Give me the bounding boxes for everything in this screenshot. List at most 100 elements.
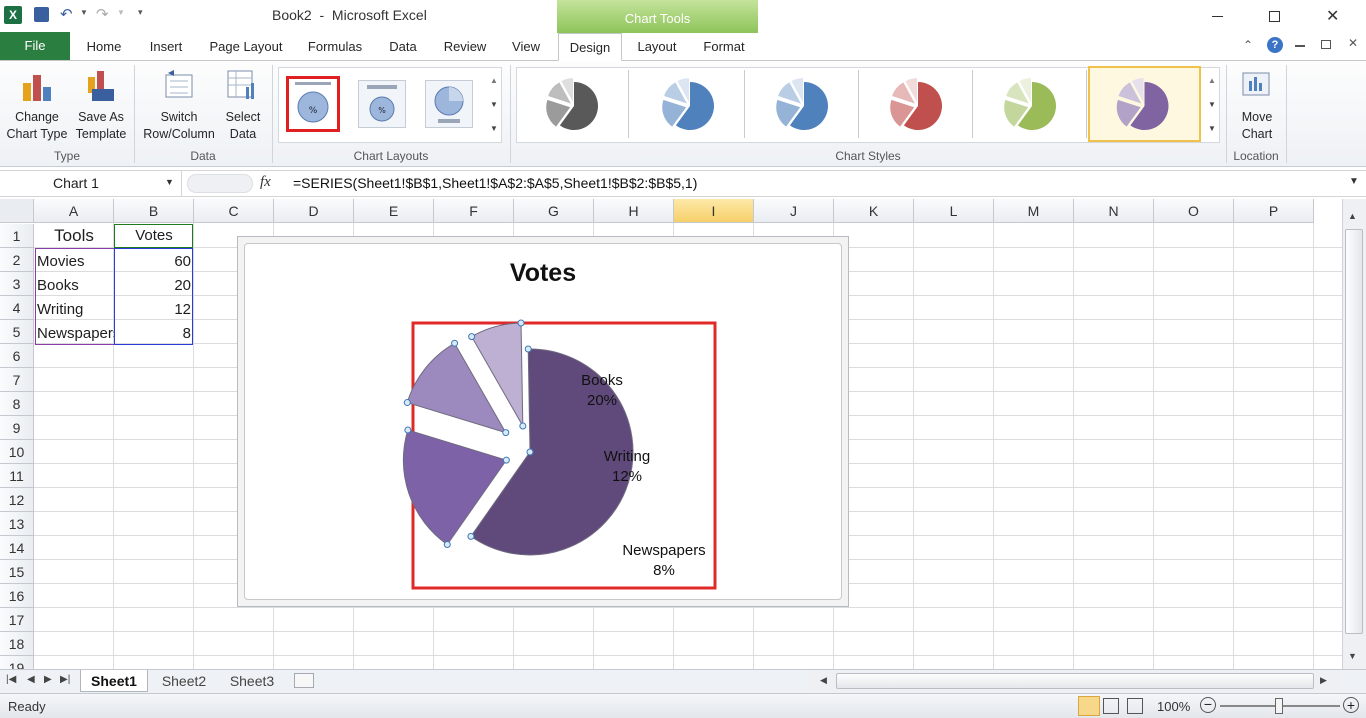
worksheet-grid[interactable]: ABCDEFGHIJKLMNOP 1 2 3 4 5 6 7 8 9 10 11 12 13 14 15 16… <box>0 199 1342 669</box>
chart-style-5[interactable] <box>977 70 1087 138</box>
data-label-percent[interactable]: 20% <box>587 392 617 409</box>
selection-handle[interactable] <box>443 541 451 549</box>
scroll-thumb[interactable] <box>1345 229 1363 634</box>
zoom-in-icon[interactable]: + <box>1343 697 1359 713</box>
zoom-level[interactable]: 100% <box>1157 699 1190 714</box>
column-header-D[interactable]: D <box>274 199 354 223</box>
chart-layout-2[interactable]: % <box>358 80 406 128</box>
chart-style-4[interactable] <box>863 70 973 138</box>
row-header-15[interactable]: 15 <box>0 560 34 584</box>
vertical-scrollbar[interactable]: ▲ ▼ <box>1342 199 1366 669</box>
tab-format[interactable]: Format <box>694 33 754 60</box>
tab-home[interactable]: Home <box>80 33 128 60</box>
column-header-O[interactable]: O <box>1154 199 1234 223</box>
row-header-8[interactable]: 8 <box>0 392 34 416</box>
horizontal-scrollbar[interactable]: ◀ ▶ <box>808 671 1342 692</box>
insert-worksheet-icon[interactable] <box>294 673 314 688</box>
chart-style-2[interactable] <box>635 70 745 138</box>
styles-scroll-down[interactable]: ▼ <box>1205 94 1219 116</box>
chart-style-1[interactable] <box>519 70 629 138</box>
close-icon[interactable]: ✕ <box>1326 6 1339 26</box>
row-header-18[interactable]: 18 <box>0 632 34 656</box>
insert-function-icon[interactable]: fx <box>260 174 271 191</box>
column-header-P[interactable]: P <box>1234 199 1314 223</box>
scroll-up-icon[interactable]: ▲ <box>1348 211 1357 221</box>
name-box-dropdown-icon[interactable]: ▼ <box>165 177 174 187</box>
row-header-6[interactable]: 6 <box>0 344 34 368</box>
column-header-J[interactable]: J <box>754 199 834 223</box>
row-header-5[interactable]: 5 <box>0 320 34 344</box>
workbook-close-icon[interactable]: ✕ <box>1348 36 1358 50</box>
row-header-14[interactable]: 14 <box>0 536 34 560</box>
selection-handle[interactable] <box>526 448 534 456</box>
column-header-A[interactable]: A <box>34 199 114 223</box>
first-sheet-icon[interactable]: |◀ <box>6 674 16 685</box>
tab-review[interactable]: Review <box>438 33 492 60</box>
row-header-10[interactable]: 10 <box>0 440 34 464</box>
layouts-scroll-down[interactable]: ▼ <box>487 94 501 116</box>
selection-handle[interactable] <box>502 456 510 464</box>
column-header-I[interactable]: I <box>674 199 754 223</box>
selection-handle[interactable] <box>502 429 510 437</box>
zoom-out-icon[interactable]: − <box>1200 697 1216 713</box>
tab-layout[interactable]: Layout <box>630 33 684 60</box>
minimize-icon[interactable] <box>1212 16 1223 17</box>
pie-chart[interactable]: Movies60%Books20%Writing12%Newspapers8% <box>238 237 850 608</box>
cell-A1[interactable]: Tools <box>34 224 114 248</box>
selection-handle[interactable] <box>451 339 459 347</box>
column-header-K[interactable]: K <box>834 199 914 223</box>
row-header-3[interactable]: 3 <box>0 272 34 296</box>
selection-handle[interactable] <box>468 333 476 341</box>
data-label-category[interactable]: Writing <box>604 448 650 465</box>
column-header-B[interactable]: B <box>114 199 194 223</box>
workbook-restore-icon[interactable] <box>1321 40 1331 49</box>
column-header-N[interactable]: N <box>1074 199 1154 223</box>
selection-handle[interactable] <box>519 422 527 430</box>
page-layout-view-button[interactable] <box>1103 698 1119 714</box>
row-header-1[interactable]: 1 <box>0 224 34 248</box>
data-label-category[interactable]: Newspapers <box>622 542 705 559</box>
move-chart-button[interactable]: Move Chart <box>1230 67 1284 147</box>
page-break-view-button[interactable] <box>1127 698 1143 714</box>
row-header-17[interactable]: 17 <box>0 608 34 632</box>
scroll-right-icon[interactable]: ▶ <box>1320 675 1327 686</box>
selection-handle[interactable] <box>467 532 475 540</box>
layouts-more[interactable]: ▼ <box>487 118 501 140</box>
column-header-L[interactable]: L <box>914 199 994 223</box>
tab-formulas[interactable]: Formulas <box>301 33 369 60</box>
undo-dropdown-icon[interactable]: ▼ <box>80 8 88 17</box>
last-sheet-icon[interactable]: ▶| <box>60 674 70 685</box>
formula-input[interactable]: =SERIES(Sheet1!$B$1,Sheet1!$A$2:$A$5,She… <box>293 175 697 191</box>
styles-more[interactable]: ▼ <box>1205 118 1219 140</box>
prev-sheet-icon[interactable]: ◀ <box>27 674 35 685</box>
selection-handle[interactable] <box>517 319 525 327</box>
layouts-scroll-up[interactable]: ▲ <box>487 70 501 92</box>
scroll-left-icon[interactable]: ◀ <box>820 675 827 686</box>
selection-handle[interactable] <box>403 399 411 407</box>
row-header-7[interactable]: 7 <box>0 368 34 392</box>
row-header-11[interactable]: 11 <box>0 464 34 488</box>
help-icon[interactable]: ? <box>1267 37 1283 53</box>
select-data-button[interactable]: Select Data <box>220 67 266 147</box>
row-header-2[interactable]: 2 <box>0 248 34 272</box>
tab-file[interactable]: File <box>0 32 70 60</box>
switch-row-column-button[interactable]: Switch Row/Column <box>138 67 220 147</box>
chart-layout-3[interactable] <box>425 80 473 128</box>
data-label-percent[interactable]: 8% <box>653 562 675 579</box>
scroll-down-icon[interactable]: ▼ <box>1348 651 1357 661</box>
data-label-category[interactable]: Books <box>581 372 623 389</box>
column-header-F[interactable]: F <box>434 199 514 223</box>
column-header-C[interactable]: C <box>194 199 274 223</box>
row-header-9[interactable]: 9 <box>0 416 34 440</box>
chart-layout-1[interactable]: % <box>286 76 340 132</box>
chart-style-3[interactable] <box>749 70 859 138</box>
name-box[interactable]: Chart 1 ▼ <box>0 171 182 196</box>
workbook-minimize-icon[interactable] <box>1295 45 1305 47</box>
undo-icon[interactable]: ↶ <box>60 5 73 23</box>
tab-design[interactable]: Design <box>558 33 622 61</box>
row-header-12[interactable]: 12 <box>0 488 34 512</box>
h-scroll-thumb[interactable] <box>836 673 1314 689</box>
column-header-M[interactable]: M <box>994 199 1074 223</box>
change-chart-type-button[interactable]: Change Chart Type <box>4 67 70 147</box>
chart-style-6-selected[interactable] <box>1088 66 1201 142</box>
